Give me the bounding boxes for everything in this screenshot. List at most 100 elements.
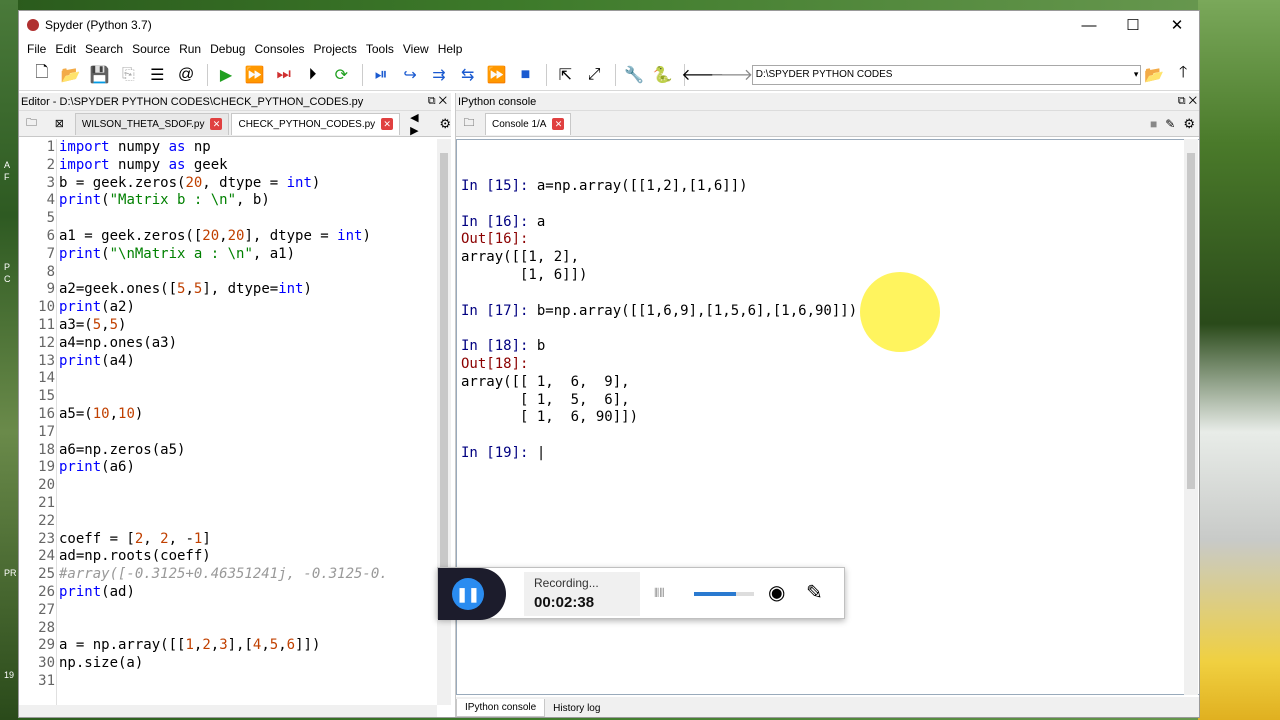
- python-path-icon[interactable]: 🐍: [650, 62, 676, 88]
- menu-edit[interactable]: Edit: [55, 42, 76, 56]
- pen-icon[interactable]: ✎: [806, 580, 823, 605]
- step-return-icon[interactable]: ⇆: [455, 62, 481, 88]
- console-line: In [19]: |: [461, 445, 545, 461]
- menu-tools[interactable]: Tools: [366, 42, 394, 56]
- recording-status: Recording...: [534, 576, 599, 590]
- volume-slider[interactable]: [694, 592, 754, 596]
- tab-scroll-icon[interactable]: ◀ ▶: [410, 111, 429, 137]
- menu-run[interactable]: Run: [179, 42, 201, 56]
- console-line: In [16]: a: [461, 214, 545, 230]
- close-tab-icon[interactable]: ⊠: [47, 111, 72, 137]
- line-number: 11: [38, 317, 55, 333]
- list-icon[interactable]: ☰: [144, 62, 170, 88]
- tab-history-log[interactable]: History log: [545, 700, 608, 717]
- editor-horizontal-scrollbar[interactable]: [19, 705, 437, 717]
- recording-info: Recording... 00:02:38: [524, 572, 640, 616]
- gear-icon[interactable]: ⚙: [439, 116, 451, 132]
- continue-icon[interactable]: ⏩: [484, 62, 510, 88]
- minimize-button[interactable]: —: [1067, 11, 1111, 39]
- pause-button[interactable]: ❚❚: [452, 578, 484, 610]
- tab-wilson-theta[interactable]: WILSON_THETA_SDOF.py ✕: [74, 112, 230, 135]
- browse-tabs-icon[interactable]: 🗀: [19, 111, 44, 137]
- run-icon[interactable]: ▶: [213, 62, 239, 88]
- at-icon[interactable]: @: [173, 62, 199, 88]
- line-number: 12: [38, 334, 55, 351]
- close-icon[interactable]: ✕: [210, 118, 223, 130]
- code-text: ad=np.roots(coeff): [59, 548, 211, 565]
- audio-level-icon: ⦀⦀: [654, 586, 665, 600]
- editor-vertical-scrollbar[interactable]: [437, 139, 451, 705]
- menu-projects[interactable]: Projects: [314, 42, 357, 56]
- line-number: 6: [46, 228, 55, 244]
- console-vertical-scrollbar[interactable]: [1184, 139, 1198, 695]
- line-number: 19: [38, 459, 55, 476]
- run-cell-icon[interactable]: ⏩: [242, 62, 268, 88]
- desktop-background-right: [1198, 0, 1280, 720]
- parent-directory-icon[interactable]: 🡑: [1170, 62, 1196, 88]
- console-bottom-tabs: IPython console History log: [456, 697, 1199, 717]
- console-text: b=np.array([[1,6,9],[1,5,6],[1,6,90]]): [536, 302, 858, 319]
- console-title-text: IPython console: [458, 95, 537, 108]
- editor-pane: Editor - D:\SPYDER PYTHON CODES\CHECK_PY…: [19, 93, 451, 717]
- rerun-icon[interactable]: ⟳: [328, 62, 354, 88]
- menu-search[interactable]: Search: [85, 42, 123, 56]
- line-number: 21: [38, 495, 55, 511]
- stop-kernel-icon[interactable]: ■: [1150, 117, 1157, 131]
- working-directory-input[interactable]: D:\SPYDER PYTHON CODES ▾: [751, 64, 1142, 85]
- step-into-icon[interactable]: ⇉: [426, 62, 452, 88]
- console-tab-bar: 🗀 Console 1/A ✕ ■ ✎ ⚙: [456, 111, 1199, 137]
- stop-icon[interactable]: ■: [513, 62, 539, 88]
- fullscreen-icon[interactable]: ⤢: [581, 62, 607, 88]
- browse-folder-icon[interactable]: 📂: [1141, 62, 1167, 88]
- line-number: 20: [38, 477, 55, 494]
- maximize-button[interactable]: ☐: [1111, 11, 1155, 39]
- menu-consoles[interactable]: Consoles: [254, 42, 304, 56]
- console-text: [ 1, 5, 6],: [461, 391, 630, 408]
- preferences-icon[interactable]: 🔧: [621, 62, 647, 88]
- tab-ipython-console[interactable]: IPython console: [456, 699, 546, 717]
- close-icon[interactable]: ✕: [381, 118, 394, 130]
- output-prompt: Out[16]:: [461, 231, 529, 248]
- line-number: 7: [46, 245, 55, 262]
- debug-icon[interactable]: ⏯: [368, 62, 394, 88]
- console-text: b: [536, 338, 546, 355]
- code-editor[interactable]: 1 import numpy as np 2 import numpy as geek…: [19, 139, 451, 705]
- console-text: array([[ 1, 6, 9],: [461, 373, 630, 390]
- menu-help[interactable]: Help: [438, 42, 463, 56]
- line-number: 29: [38, 637, 55, 654]
- close-icon[interactable]: ✕: [552, 118, 565, 130]
- clear-icon[interactable]: ✎: [1165, 117, 1175, 131]
- tab-console-1a[interactable]: Console 1/A ✕: [485, 112, 572, 135]
- tab-label: CHECK_PYTHON_CODES.py: [238, 118, 376, 130]
- new-file-icon[interactable]: 🗋: [29, 62, 55, 88]
- chevron-down-icon[interactable]: ▾: [1134, 69, 1139, 80]
- save-all-icon[interactable]: ⎘: [116, 62, 142, 88]
- run-cell-advance-icon[interactable]: ⏭: [271, 62, 297, 88]
- gear-icon[interactable]: ⚙: [1183, 116, 1195, 132]
- console-text: a: [536, 213, 546, 230]
- open-file-icon[interactable]: 📂: [58, 62, 84, 88]
- line-number: 31: [38, 673, 55, 689]
- menu-source[interactable]: Source: [132, 42, 170, 56]
- webcam-icon[interactable]: ◉: [768, 580, 785, 605]
- forward-icon[interactable]: 🡒: [710, 62, 753, 88]
- browse-tabs-icon[interactable]: 🗀: [456, 111, 482, 137]
- maximize-pane-icon[interactable]: ⇱: [552, 62, 578, 88]
- close-button[interactable]: ✕: [1155, 11, 1199, 39]
- save-icon[interactable]: 💾: [87, 62, 113, 88]
- tab-label: WILSON_THETA_SDOF.py: [81, 118, 205, 130]
- pane-controls[interactable]: ⧉ ✕: [1178, 95, 1197, 108]
- menu-view[interactable]: View: [403, 42, 429, 56]
- recording-timer: 00:02:38: [534, 594, 595, 611]
- tab-check-python-codes[interactable]: CHECK_PYTHON_CODES.py ✕: [231, 112, 401, 135]
- step-icon[interactable]: ↪: [397, 62, 423, 88]
- console-line: array([[ 1, 6, 9],: [461, 374, 630, 390]
- menu-file[interactable]: File: [27, 42, 46, 56]
- line-number: 23: [38, 530, 55, 547]
- menu-debug[interactable]: Debug: [210, 42, 245, 56]
- pane-controls[interactable]: ⧉ ✕: [428, 95, 447, 108]
- run-selection-icon[interactable]: ⏵: [300, 62, 326, 88]
- input-prompt: In [18]:: [461, 338, 537, 355]
- input-prompt: In [16]:: [461, 213, 537, 230]
- console-line: array([[1, 2],: [461, 249, 579, 265]
